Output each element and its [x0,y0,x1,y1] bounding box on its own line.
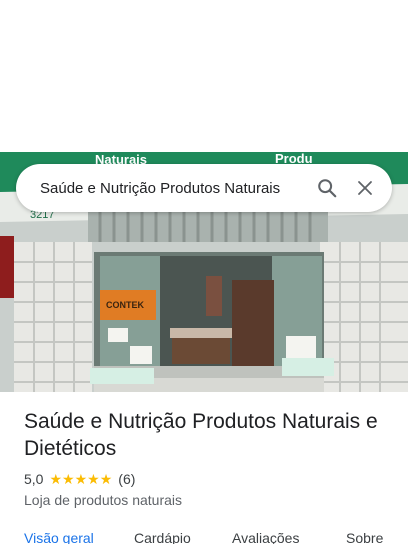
star-icon: ★ [87,471,100,487]
rating-value: 5,0 [24,471,44,487]
review-count[interactable]: (6) [118,471,135,487]
rating-row[interactable]: 5,0 ★ ★ ★ ★ ★ (6) [24,471,135,487]
star-icon: ★ [99,471,113,487]
search-bar[interactable]: Saúde e Nutrição Produtos Naturais [16,164,392,212]
rating-stars: ★ ★ ★ ★ ★ [49,472,112,486]
top-blank-area [0,0,408,152]
star-icon: ★ [62,471,75,487]
star-icon: ★ [49,471,63,487]
place-tabs: Visão geral Cardápio Avaliações Sobre [0,530,408,544]
search-button[interactable] [310,171,344,205]
tab-menu[interactable]: Cardápio [134,530,191,544]
star-icon: ★ [74,471,88,487]
poster-brand: CONTEK [106,300,145,310]
tab-about[interactable]: Sobre [346,530,383,544]
close-icon [358,181,372,195]
tab-reviews[interactable]: Avaliações [232,530,299,544]
place-title: Saúde e Nutrição Produtos Naturais e Die… [24,410,378,460]
tab-overview[interactable]: Visão geral [24,530,94,544]
search-input[interactable]: Saúde e Nutrição Produtos Naturais [16,180,310,197]
search-icon [318,179,337,198]
clear-search-button[interactable] [348,171,382,205]
place-category[interactable]: Loja de produtos naturais [24,492,182,508]
